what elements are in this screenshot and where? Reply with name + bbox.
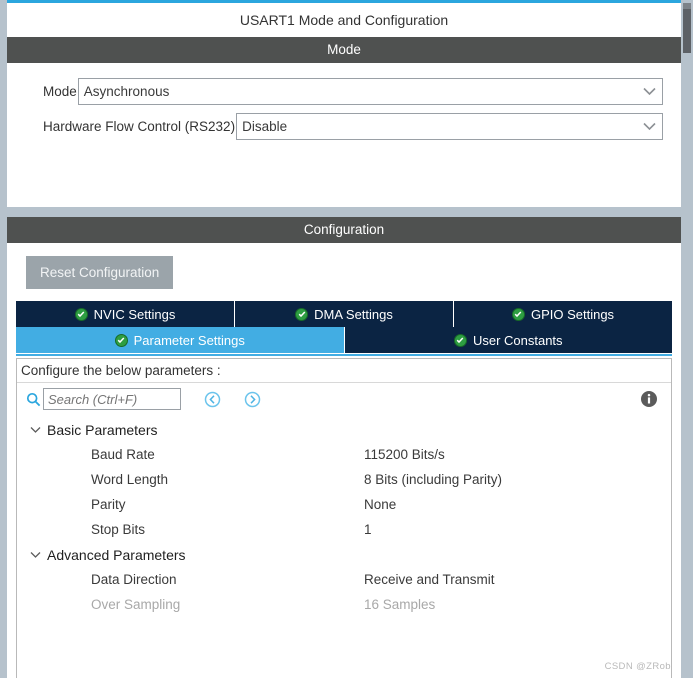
parameter-settings-pane: Configure the below parameters : Search … <box>16 358 672 678</box>
chevron-down-icon <box>636 87 662 96</box>
table-row[interactable]: Baud Rate 115200 Bits/s <box>17 442 671 467</box>
green-check-icon <box>74 307 88 321</box>
usart-configuration-window: USART1 Mode and Configuration Mode Mode … <box>0 0 693 678</box>
tab-gpio-settings[interactable]: GPIO Settings <box>454 301 672 327</box>
watermark: CSDN @ZRob <box>604 661 671 672</box>
vertical-scrollbar[interactable] <box>681 3 693 678</box>
next-circle-icon[interactable] <box>243 390 261 408</box>
hardware-flow-control-field-row: Hardware Flow Control (RS232) Disable <box>7 112 681 141</box>
tree-group-advanced-parameters[interactable]: Advanced Parameters <box>17 542 671 567</box>
param-name: Word Length <box>91 472 169 487</box>
search-toolbar <box>17 383 671 415</box>
mode-dropdown[interactable]: Asynchronous <box>77 78 663 105</box>
tab-dma-settings[interactable]: DMA Settings <box>235 301 454 327</box>
param-value: 16 Samples <box>364 597 436 612</box>
tree-group-label: Advanced Parameters <box>47 546 186 563</box>
chevron-down-icon <box>636 122 662 131</box>
configure-hint: Configure the below parameters : <box>17 359 671 383</box>
tab-label: Parameter Settings <box>133 332 245 348</box>
mode-dropdown-value: Asynchronous <box>83 84 170 99</box>
settings-tab-row-1: NVIC Settings DMA Settings GPIO Settings <box>7 301 681 327</box>
mode-field-row: Mode Asynchronous <box>7 77 681 106</box>
table-row[interactable]: Stop Bits 1 <box>17 517 671 542</box>
mode-field-label: Mode <box>43 84 77 99</box>
hardware-flow-control-value: Disable <box>242 119 288 134</box>
param-value: Receive and Transmit <box>364 572 495 587</box>
reset-area: Reset Configuration <box>7 243 681 301</box>
param-name: Baud Rate <box>91 447 155 462</box>
param-value: 1 <box>364 522 372 537</box>
tab-nvic-settings[interactable]: NVIC Settings <box>16 301 235 327</box>
mode-fields: Mode Asynchronous Hardware Flow Control … <box>7 63 681 207</box>
configuration-section-header: Configuration <box>7 217 681 243</box>
page-title: USART1 Mode and Configuration <box>7 3 681 37</box>
previous-circle-icon[interactable] <box>203 390 221 408</box>
chevron-down-icon[interactable] <box>27 426 43 434</box>
param-name: Parity <box>91 497 126 512</box>
tree-group-label: Basic Parameters <box>47 421 158 438</box>
tree-group-basic-parameters[interactable]: Basic Parameters <box>17 417 671 442</box>
panel-divider <box>0 207 693 217</box>
table-row: Over Sampling 16 Samples <box>17 592 671 617</box>
green-check-icon <box>511 307 525 321</box>
chevron-down-icon[interactable] <box>27 551 43 559</box>
parameter-tree: Basic Parameters Baud Rate 115200 Bits/s… <box>17 415 671 678</box>
param-value: 8 Bits (including Parity) <box>364 472 503 487</box>
tab-label: NVIC Settings <box>93 306 176 322</box>
tab-parameter-settings[interactable]: Parameter Settings <box>16 327 345 353</box>
search-icon <box>26 392 41 407</box>
mode-section-header: Mode <box>7 37 681 63</box>
tab-label: DMA Settings <box>314 306 393 322</box>
search-input[interactable] <box>43 388 181 410</box>
table-row[interactable]: Data Direction Receive and Transmit <box>17 567 671 592</box>
configuration-panel: Configuration Reset Configuration NVIC S… <box>7 217 681 678</box>
settings-tab-row-2: Parameter Settings User Constants <box>7 327 681 353</box>
active-tab-underline <box>16 353 672 356</box>
green-check-icon <box>295 307 309 321</box>
green-check-icon <box>453 333 467 347</box>
scrollbar-thumb[interactable] <box>683 9 691 53</box>
param-name: Over Sampling <box>91 597 181 612</box>
reset-configuration-button[interactable]: Reset Configuration <box>26 255 174 289</box>
mode-panel: USART1 Mode and Configuration Mode Mode … <box>7 3 681 207</box>
tab-user-constants[interactable]: User Constants <box>344 327 672 353</box>
table-row[interactable]: Parity None <box>17 492 671 517</box>
hardware-flow-control-label: Hardware Flow Control (RS232) <box>43 119 236 134</box>
param-value: 115200 Bits/s <box>364 447 445 462</box>
param-value: None <box>364 497 397 512</box>
info-icon[interactable] <box>640 390 658 408</box>
green-check-icon <box>114 333 128 347</box>
hardware-flow-control-dropdown[interactable]: Disable <box>236 113 663 140</box>
tab-label: GPIO Settings <box>530 306 615 322</box>
tab-label: User Constants <box>472 332 563 348</box>
table-row[interactable]: Word Length 8 Bits (including Parity) <box>17 467 671 492</box>
param-name: Data Direction <box>91 572 177 587</box>
param-name: Stop Bits <box>91 522 146 537</box>
